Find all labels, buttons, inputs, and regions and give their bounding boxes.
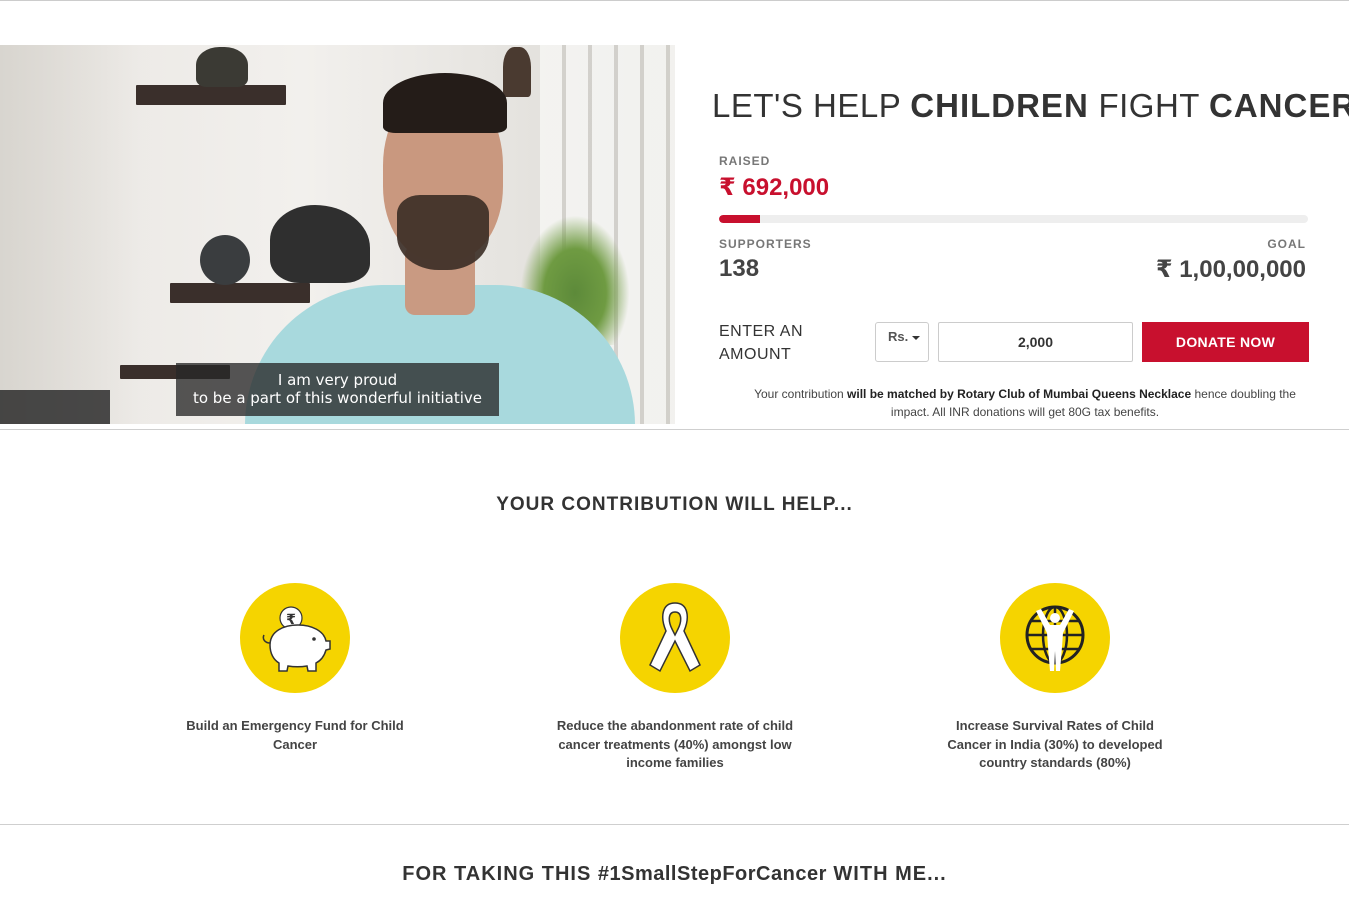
video-caption-line-2: to be a part of this wonderful initiativ… (192, 389, 483, 407)
video-player[interactable]: I am very proud to be a part of this won… (0, 45, 675, 424)
video-frame-shelf (170, 283, 310, 303)
top-divider (0, 0, 1349, 1)
headline-text-bold-2: CANCER (1209, 87, 1349, 124)
matching-note-bold: will be matched by Rotary Club of Mumbai… (847, 387, 1192, 401)
small-step-title-pre: FOR TAKING THIS (402, 863, 598, 885)
cancer-ribbon-icon (620, 583, 730, 693)
headline-text-1: LET'S HELP (712, 87, 911, 124)
video-frame-wall (0, 45, 140, 424)
section-divider (0, 824, 1349, 825)
goal-label: GOAL (1267, 237, 1306, 251)
fundraising-progress-fill (719, 215, 760, 223)
feature-survival-rates-text: Increase Survival Rates of Child Cancer … (947, 718, 1163, 770)
video-caption: I am very proud to be a part of this won… (176, 363, 499, 416)
video-frame-decor-ball (200, 235, 250, 285)
hero-section: I am very proud to be a part of this won… (0, 45, 1349, 430)
feature-abandonment-rate-text: Reduce the abandonment rate of child can… (556, 718, 794, 770)
enter-amount-label: ENTER AN AMOUNT (719, 320, 839, 366)
feature-emergency-fund-text: Build an Emergency Fund for Child Cancer (186, 718, 404, 752)
headline-text-bold-1: CHILDREN (910, 87, 1089, 124)
section-divider (0, 429, 1349, 430)
feature-abandonment-rate: Reduce the abandonment rate of child can… (555, 583, 795, 773)
help-section-title: YOUR CONTRIBUTION WILL HELP... (496, 494, 853, 515)
feature-emergency-fund: ₹ Build an Emergency Fund for Child Canc… (175, 583, 415, 754)
small-step-title: FOR TAKING THIS #1SmallStepForCancer WIT… (0, 863, 1349, 886)
goal-amount: ₹ 1,00,00,000 (1155, 256, 1306, 283)
matching-note-text-1: Your contribution (754, 387, 848, 401)
small-step-hashtag: #1SmallStepForCancer (597, 863, 827, 885)
raised-amount: ₹ 692,000 (719, 174, 830, 201)
video-frame-shelf (136, 85, 286, 105)
currency-dropdown[interactable]: Rs. (875, 322, 929, 362)
video-caption-line-1: I am very proud (277, 371, 398, 389)
raised-label: RAISED (719, 154, 771, 168)
enter-amount-label-line-2: AMOUNT (719, 346, 792, 363)
supporters-count: 138 (719, 255, 760, 282)
video-frame-table (0, 390, 110, 424)
video-frame-elephant-statue (270, 205, 370, 283)
campaign-info-panel: LET'S HELP CHILDREN FIGHT CANCER RAISED … (700, 45, 1349, 430)
video-frame-person-hair (383, 73, 507, 133)
headline-text-2: FIGHT (1088, 87, 1210, 124)
supporters-label: SUPPORTERS (719, 237, 812, 251)
donation-amount-input[interactable] (938, 322, 1133, 362)
caret-down-icon (912, 335, 921, 340)
video-frame-vase (503, 47, 531, 97)
small-step-title-post: WITH ME... (826, 863, 947, 885)
feature-survival-rates: Increase Survival Rates of Child Cancer … (935, 583, 1175, 773)
currency-value: Rs. (888, 329, 909, 344)
video-frame-person-beard (397, 195, 489, 270)
video-frame-vase (196, 47, 248, 87)
piggy-bank-icon: ₹ (240, 583, 350, 693)
matching-note: Your contribution will be matched by Rot… (740, 385, 1310, 421)
donate-now-button[interactable]: DONATE NOW (1142, 322, 1309, 362)
enter-amount-label-line-1: ENTER AN (719, 323, 804, 340)
fundraising-progress-bar (719, 215, 1308, 223)
globe-child-icon (1000, 583, 1110, 693)
campaign-headline: LET'S HELP CHILDREN FIGHT CANCER (712, 87, 1349, 125)
